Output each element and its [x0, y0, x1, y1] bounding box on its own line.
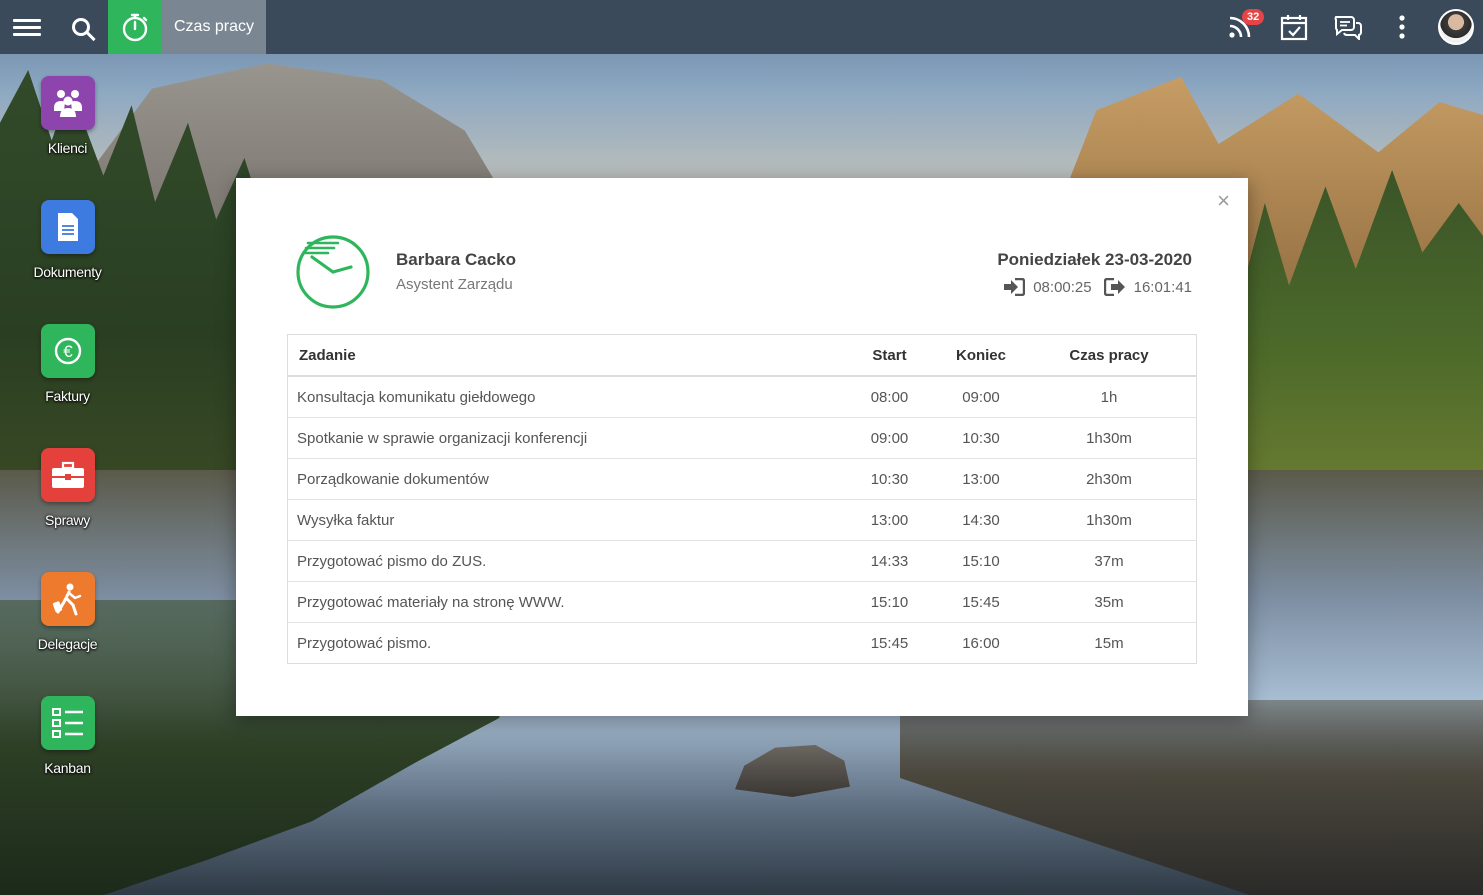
search-icon[interactable] [54, 0, 108, 54]
more-vertical-icon[interactable] [1375, 0, 1429, 54]
logout-time: 16:01:41 [1133, 278, 1192, 296]
shortcut-faktury[interactable]: € Faktury [0, 324, 135, 404]
task-duration: 1h30m [1022, 417, 1197, 459]
task-name: Konsultacja komunikatu giełdowego [287, 375, 839, 418]
shortcut-label: Klienci [47, 140, 88, 156]
menu-icon[interactable] [0, 0, 54, 54]
traveler-icon [40, 572, 95, 626]
calendar-check-icon[interactable] [1267, 0, 1321, 54]
table-row[interactable]: Przygotować pismo do ZUS. 14:33 15:10 37… [287, 540, 1197, 582]
task-duration: 35m [1022, 581, 1197, 623]
task-end: 15:45 [940, 581, 1022, 623]
shortcut-delegacje[interactable]: Delegacje [0, 572, 135, 652]
task-start: 15:45 [839, 622, 940, 664]
task-end: 09:00 [940, 375, 1022, 418]
task-name: Porządkowanie dokumentów [287, 458, 839, 500]
header-end[interactable]: Koniec [940, 334, 1022, 377]
task-name: Wysyłka faktur [287, 499, 839, 541]
login-time: 08:00:25 [1033, 278, 1092, 296]
task-end: 16:00 [940, 622, 1022, 664]
shortcut-klienci[interactable]: Klienci [0, 76, 135, 156]
shortcut-kanban[interactable]: Kanban [0, 696, 135, 776]
table-row[interactable]: Wysyłka faktur 13:00 14:30 1h30m [287, 499, 1197, 541]
employee-name: Barbara Cacko [396, 250, 517, 269]
user-avatar[interactable] [1429, 0, 1483, 54]
login-icon [1004, 278, 1026, 296]
table-row[interactable]: Porządkowanie dokumentów 10:30 13:00 2h3… [287, 458, 1197, 500]
work-clock-icon [294, 233, 372, 316]
top-bar: Czas pracy 32 [0, 0, 1483, 54]
logout-icon [1103, 278, 1125, 296]
people-icon [40, 76, 95, 130]
shortcut-label: Kanban [44, 760, 91, 776]
task-start: 14:33 [839, 540, 940, 582]
chat-icon[interactable] [1321, 0, 1375, 54]
task-name: Przygotować pismo do ZUS. [287, 540, 839, 582]
header-duration[interactable]: Czas pracy [1022, 334, 1197, 377]
task-end: 15:10 [940, 540, 1022, 582]
shortcut-label: Delegacje [37, 636, 98, 652]
svg-text:€: € [63, 342, 73, 361]
day-date: Poniedziałek 23-03-2020 [997, 250, 1192, 269]
task-end: 13:00 [940, 458, 1022, 500]
kanban-icon [40, 696, 95, 750]
table-row[interactable]: Spotkanie w sprawie organizacji konferen… [287, 417, 1197, 459]
notification-badge: 32 [1242, 9, 1265, 25]
header-start[interactable]: Start [839, 334, 940, 377]
document-icon [40, 200, 95, 254]
briefcase-icon [40, 448, 95, 502]
table-row[interactable]: Konsultacja komunikatu giełdowego 08:00 … [287, 375, 1197, 418]
header-task[interactable]: Zadanie [287, 334, 839, 377]
table-row[interactable]: Przygotować materiały na stronę WWW. 15:… [287, 581, 1197, 623]
work-time-dialog: × Barbara Cacko Asystent Zarządu Poniedz… [236, 178, 1248, 716]
active-tab-title[interactable]: Czas pracy [162, 0, 267, 54]
task-duration: 1h30m [1022, 499, 1197, 541]
rss-icon[interactable]: 32 [1213, 0, 1267, 54]
day-info: Poniedziałek 23-03-2020 08:00:25 16:01:4… [997, 250, 1192, 296]
table-row[interactable]: Przygotować pismo. 15:45 16:00 15m [287, 622, 1197, 664]
task-name: Spotkanie w sprawie organizacji konferen… [287, 417, 839, 459]
task-start: 13:00 [839, 499, 940, 541]
task-start: 09:00 [839, 417, 940, 459]
shortcut-sprawy[interactable]: Sprawy [0, 448, 135, 528]
task-duration: 2h30m [1022, 458, 1197, 500]
avatar [1438, 9, 1474, 45]
employee-role: Asystent Zarządu [396, 276, 513, 293]
task-end: 14:30 [940, 499, 1022, 541]
shortcut-label: Dokumenty [33, 264, 102, 280]
shortcut-label: Sprawy [45, 512, 90, 528]
task-start: 10:30 [839, 458, 940, 500]
employee-info: Barbara Cacko Asystent Zarządu [396, 250, 516, 293]
task-duration: 15m [1022, 622, 1197, 664]
task-start: 08:00 [839, 375, 940, 418]
stopwatch-icon[interactable] [108, 0, 162, 54]
close-icon[interactable]: × [1217, 190, 1230, 212]
task-end: 10:30 [940, 417, 1022, 459]
task-name: Przygotować pismo. [287, 622, 839, 664]
shortcut-label: Faktury [45, 388, 90, 404]
task-start: 15:10 [839, 581, 940, 623]
task-duration: 1h [1022, 375, 1197, 418]
shortcut-dokumenty[interactable]: Dokumenty [0, 200, 135, 280]
table-header-row: Zadanie Start Koniec Czas pracy [287, 334, 1197, 377]
tasks-table: Zadanie Start Koniec Czas pracy Konsulta… [287, 334, 1197, 664]
euro-icon: € [40, 324, 95, 378]
task-duration: 37m [1022, 540, 1197, 582]
task-name: Przygotować materiały na stronę WWW. [287, 581, 839, 623]
